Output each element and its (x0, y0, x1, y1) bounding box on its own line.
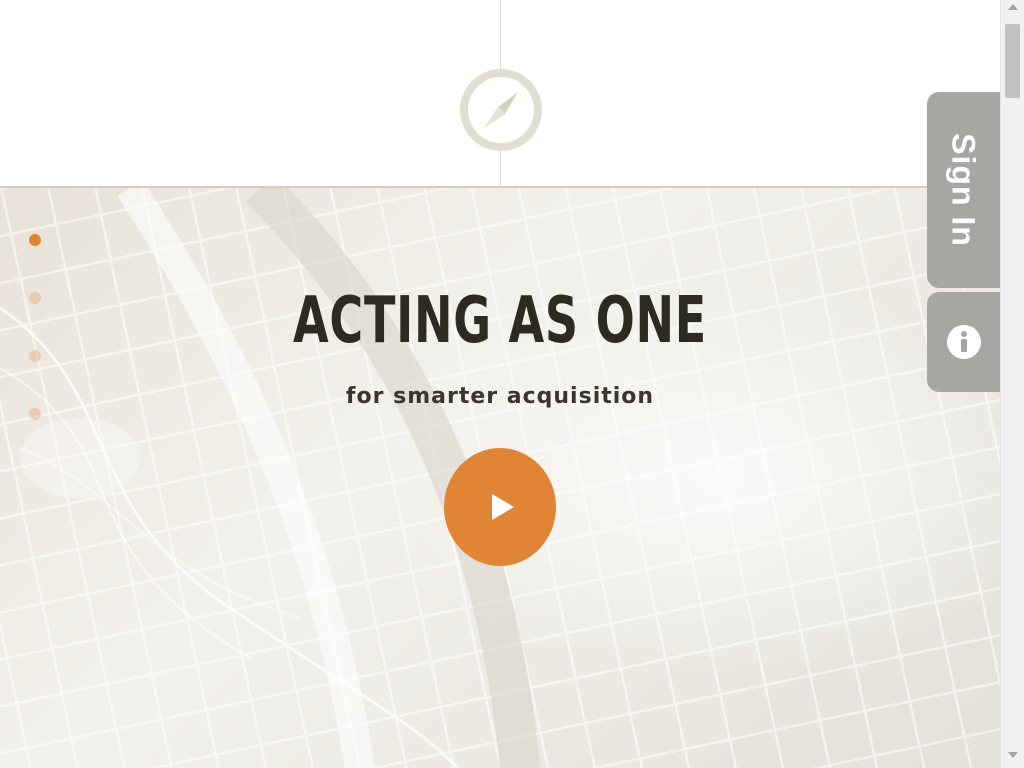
hero-section: ACTING AS ONE for smarter acquisition (0, 186, 1000, 768)
play-icon (492, 494, 514, 520)
scroll-up-arrow-icon[interactable] (1008, 4, 1018, 10)
slide-dot-2[interactable] (29, 292, 41, 304)
scrollbar-thumb[interactable] (1005, 24, 1020, 98)
page-scrollbar[interactable] (1000, 0, 1024, 768)
slide-dot-1[interactable] (29, 234, 41, 246)
slide-dot-4[interactable] (29, 408, 41, 420)
info-tab[interactable] (927, 292, 1000, 392)
sign-in-tab[interactable]: Sign In (927, 92, 1000, 288)
scroll-down-arrow-icon[interactable] (1008, 752, 1018, 758)
hero-headline: ACTING AS ONE (293, 284, 707, 358)
sign-in-label: Sign In (945, 133, 982, 247)
slide-pager (29, 234, 41, 466)
compass-icon[interactable] (458, 67, 544, 153)
slide-dot-3[interactable] (29, 350, 41, 362)
site-header (0, 0, 1000, 186)
play-video-button[interactable] (444, 448, 556, 566)
hero-subheadline: for smarter acquisition (345, 384, 655, 409)
info-icon (946, 325, 981, 359)
